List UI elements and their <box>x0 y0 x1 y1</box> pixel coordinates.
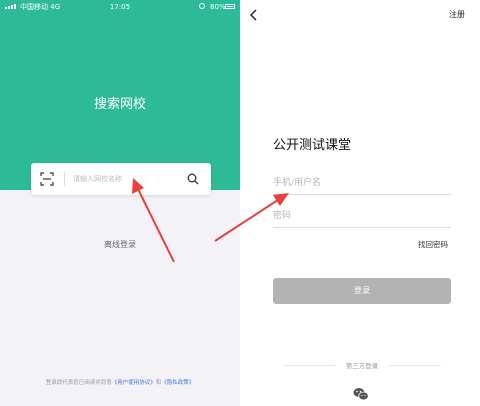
search-icon[interactable] <box>187 173 199 185</box>
back-icon[interactable] <box>248 9 260 21</box>
battery-icon <box>225 4 235 9</box>
school-search-bar[interactable]: 请输入网校名称 <box>31 163 211 195</box>
agreement-text: 登录即代表您已阅读并同意《用户使用协议》和《隐私政策》 <box>45 380 195 386</box>
login-title: 公开测试课堂 <box>273 138 352 153</box>
page-title: 搜索网校 <box>93 97 146 112</box>
divider <box>64 172 65 186</box>
privacy-link[interactable]: 《隐私政策》 <box>161 380 194 386</box>
third-party-label: 第三方登录 <box>345 362 379 370</box>
login-button[interactable]: 登录 <box>273 278 451 304</box>
right-screen: 注册 公开测试课堂 手机/用户名 密码 找回密码 登录 第三方登录 <box>240 0 480 406</box>
hero-banner: 中国移动 4G 17:05 80% 搜索网校 <box>0 0 240 190</box>
wechat-icon[interactable] <box>353 387 369 401</box>
search-input[interactable]: 请输入网校名称 <box>73 163 122 195</box>
register-link[interactable]: 注册 <box>449 9 465 20</box>
password-field[interactable]: 密码 <box>273 205 451 228</box>
username-field[interactable]: 手机/用户名 <box>273 172 451 195</box>
alarm-icon <box>199 3 205 9</box>
left-screen: 中国移动 4G 17:05 80% 搜索网校 请输入网校名称 离线登录 登录即代… <box>0 0 240 406</box>
forgot-password-link[interactable]: 找回密码 <box>418 239 448 250</box>
status-bar: 中国移动 4G 17:05 80% <box>0 0 240 14</box>
third-party-login-divider: 第三方登录 <box>273 360 451 370</box>
offline-login-link[interactable]: 离线登录 <box>0 239 240 250</box>
terms-link[interactable]: 《用户使用协议》 <box>112 380 156 386</box>
scan-icon[interactable] <box>40 172 54 186</box>
battery-percent: 80% <box>210 3 226 11</box>
